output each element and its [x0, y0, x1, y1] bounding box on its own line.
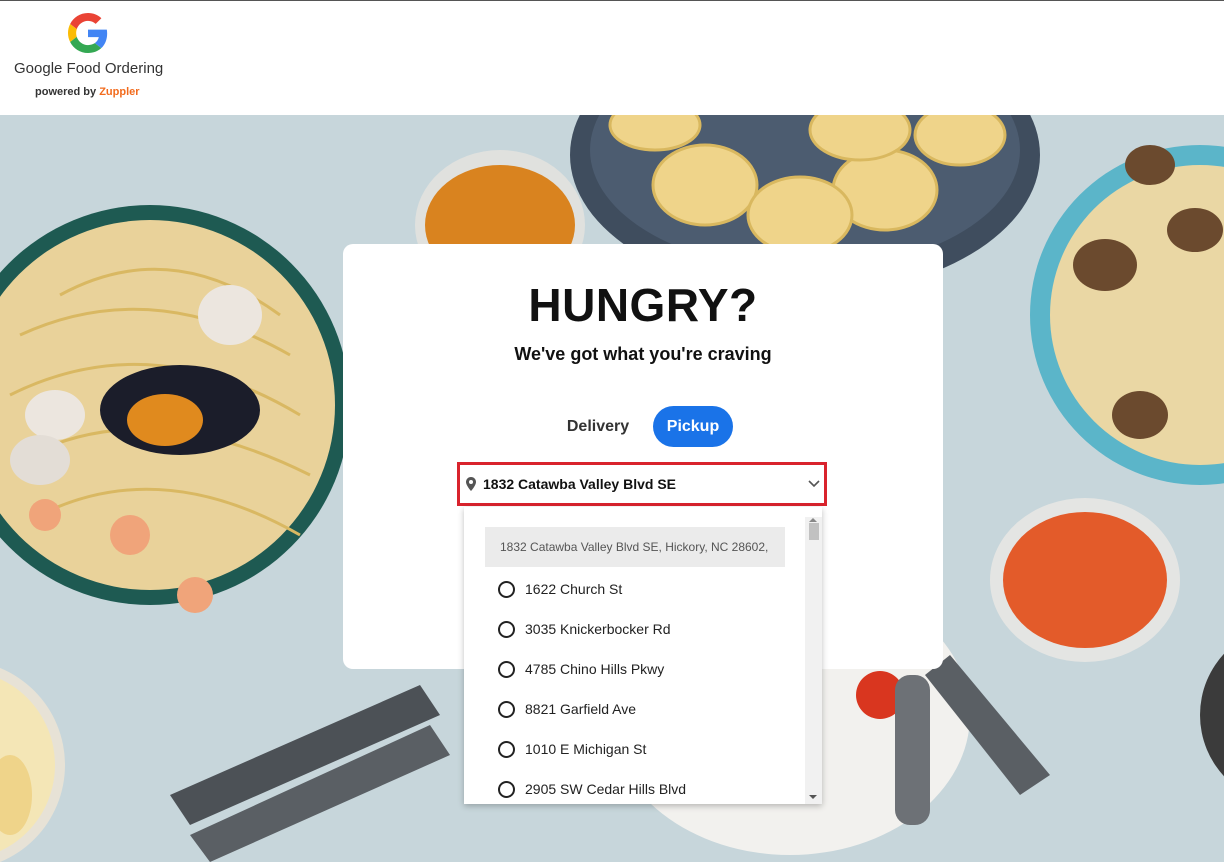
location-option[interactable]: 3035 Knickerbocker Rd: [498, 617, 671, 641]
location-option-label: 8821 Garfield Ave: [525, 701, 637, 717]
location-option[interactable]: 1622 Church St: [498, 577, 622, 601]
order-mode-toggle: Delivery Pickup: [555, 406, 733, 447]
location-option[interactable]: 1010 E Michigan St: [498, 737, 646, 761]
brand-name: Google Food Ordering: [14, 60, 164, 77]
zuppler-brand: Zuppler: [99, 86, 140, 98]
location-option-label: 3035 Knickerbocker Rd: [525, 621, 671, 637]
location-option[interactable]: 8821 Garfield Ave: [498, 697, 636, 721]
address-dropdown: 1832 Catawba Valley Blvd SE, Hickory, NC…: [464, 507, 822, 804]
pickup-button[interactable]: Pickup: [653, 406, 733, 447]
dropdown-scrollbar[interactable]: [805, 517, 822, 804]
map-pin-icon: [466, 477, 476, 491]
location-option[interactable]: 4785 Chino Hills Pkwy: [498, 657, 664, 681]
location-option-label: 1622 Church St: [525, 581, 623, 597]
radio-button[interactable]: [498, 780, 515, 798]
radio-button[interactable]: [498, 580, 515, 598]
radio-button[interactable]: [498, 620, 515, 638]
powered-by: powered by Zuppler: [35, 86, 140, 98]
selected-address: 1832 Catawba Valley Blvd SE: [483, 476, 676, 492]
location-option[interactable]: 2905 SW Cedar Hills Blvd: [498, 777, 686, 801]
page-title: HUNGRY?: [528, 279, 758, 331]
chevron-down-icon: [808, 480, 820, 488]
scroll-down-icon[interactable]: [809, 795, 817, 799]
powered-prefix: powered by: [35, 86, 100, 98]
scrollbar-thumb[interactable]: [809, 523, 819, 540]
address-select[interactable]: 1832 Catawba Valley Blvd SE: [457, 462, 827, 506]
header: Google Food Ordering powered by Zuppler: [0, 0, 1224, 115]
google-g-icon: [68, 13, 108, 53]
page-subtitle: We've got what you're craving: [514, 344, 772, 364]
location-option-label: 1010 E Michigan St: [525, 741, 647, 757]
radio-button[interactable]: [498, 740, 515, 758]
delivery-button[interactable]: Delivery: [555, 406, 641, 447]
radio-button[interactable]: [498, 660, 515, 678]
location-option-label: 2905 SW Cedar Hills Blvd: [525, 781, 687, 797]
radio-button[interactable]: [498, 700, 515, 718]
address-search-input[interactable]: 1832 Catawba Valley Blvd SE, Hickory, NC…: [485, 527, 785, 567]
scroll-up-icon[interactable]: [809, 518, 817, 522]
location-option-label: 4785 Chino Hills Pkwy: [525, 661, 665, 677]
